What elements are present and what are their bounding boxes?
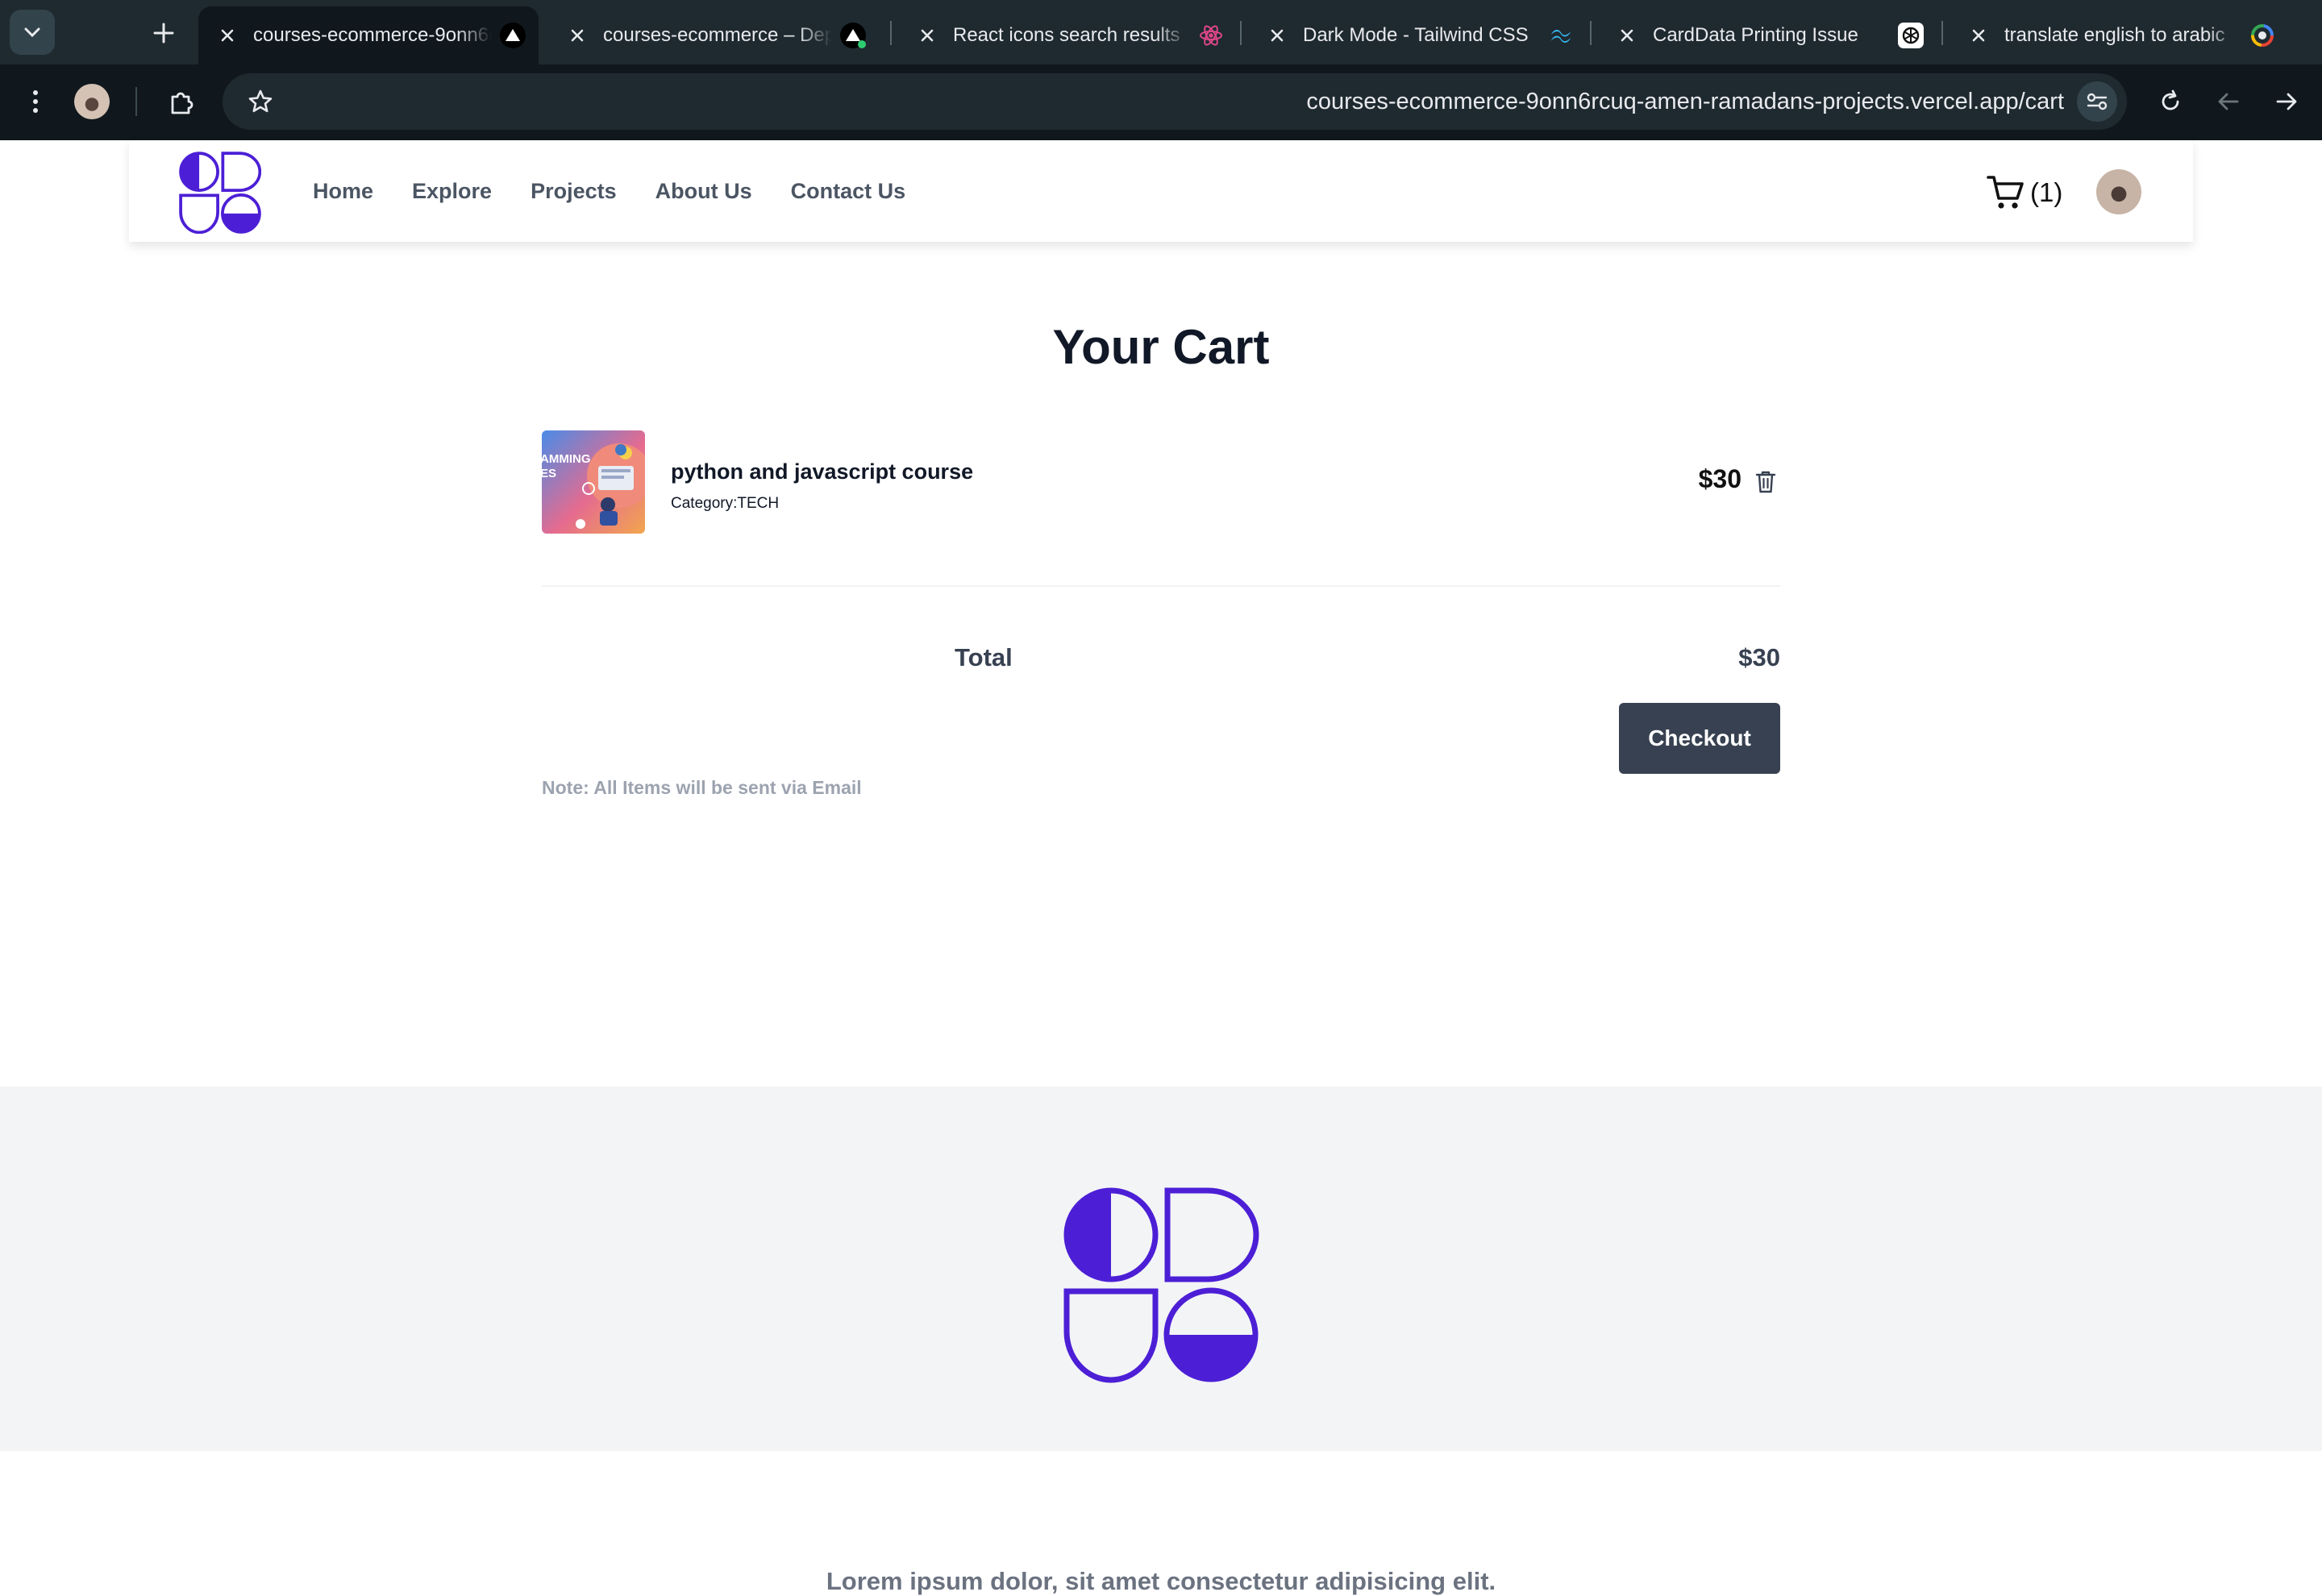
- item-category: Category:TECH: [671, 495, 779, 513]
- cart-count: (1): [2030, 177, 2063, 207]
- cart-divider: [542, 585, 1780, 587]
- menu-dots-icon[interactable]: [19, 82, 52, 121]
- tab-separator: [1240, 21, 1242, 45]
- email-note: Note: All Items will be sent via Email: [542, 777, 862, 798]
- nav-link-about-us[interactable]: About Us: [655, 179, 752, 204]
- checkout-button[interactable]: Checkout: [1619, 703, 1780, 774]
- new-tab-button[interactable]: [144, 13, 184, 53]
- vercel-triangle-icon: [500, 23, 526, 48]
- toolbar-separator: [135, 87, 137, 116]
- tab-title: Dark Mode - Tailwind CSS: [1303, 24, 1529, 46]
- tab-title: translate english to arabic: [2004, 24, 2225, 46]
- nav-links: Home Explore Projects About Us Contact U…: [313, 140, 944, 242]
- tab-separator: [1590, 21, 1592, 45]
- vercel-triangle-icon: [840, 23, 866, 48]
- browser-tab[interactable]: React icons search results: [898, 6, 1237, 64]
- url-text: courses-ecommerce-9onn6rcuq-amen-ramadan…: [1306, 89, 2064, 114]
- google-icon: [2249, 23, 2275, 48]
- close-icon[interactable]: [1266, 24, 1288, 47]
- forward-arrow-icon[interactable]: [2269, 84, 2304, 119]
- site-settings-icon[interactable]: [2077, 81, 2117, 122]
- close-icon[interactable]: [1967, 24, 1990, 47]
- tab-title: courses-ecommerce-9onn6rcuq-amen-ramadan…: [253, 24, 492, 46]
- site-logo[interactable]: [179, 152, 262, 235]
- nav-link-home[interactable]: Home: [313, 179, 373, 204]
- tab-title: CardData Printing Issue: [1653, 24, 1858, 46]
- cart-button[interactable]: (1): [1987, 172, 2062, 213]
- chevron-down-icon: [24, 27, 40, 38]
- close-icon[interactable]: [566, 24, 589, 47]
- tab-search-button[interactable]: [10, 10, 55, 55]
- item-name: python and javascript course: [671, 459, 974, 484]
- svg-text:AMMING: AMMING: [542, 452, 591, 466]
- tab-separator: [890, 21, 892, 45]
- browser-tab[interactable]: Dark Mode - Tailwind CSS: [1248, 6, 1587, 64]
- item-category-value: TECH: [737, 495, 780, 512]
- item-price: $30: [1698, 464, 1742, 493]
- trash-icon[interactable]: [1753, 468, 1779, 497]
- nav-link-explore[interactable]: Explore: [412, 179, 492, 204]
- close-icon[interactable]: [1616, 24, 1638, 47]
- total-label: Total: [955, 643, 1013, 671]
- tab-title: React icons search results: [953, 24, 1180, 46]
- item-category-label: Category:: [671, 495, 738, 512]
- tailwind-icon: [1548, 23, 1574, 48]
- tab-title: courses-ecommerce – Deployment: [603, 24, 832, 46]
- total-value: $30: [1738, 643, 1780, 671]
- site-footer: Lorem ipsum dolor, sit amet consectetur …: [0, 1087, 2322, 1595]
- browser-tab[interactable]: CardData Printing Issue: [1598, 6, 1937, 64]
- browser-tab[interactable]: translate english to arabic: [1950, 6, 2288, 64]
- close-icon[interactable]: [216, 24, 239, 47]
- plus-icon: [153, 23, 174, 44]
- page-content: Home Explore Projects About Us Contact U…: [0, 140, 2322, 1595]
- chatgpt-icon: [1898, 23, 1924, 48]
- nav-link-projects[interactable]: Projects: [531, 179, 617, 204]
- course-thumbnail: AMMING ES: [542, 430, 645, 534]
- back-arrow-icon[interactable]: [2211, 84, 2246, 119]
- cart-item: AMMING ES python and javascript course C…: [542, 430, 1780, 534]
- site-navbar: Home Explore Projects About Us Contact U…: [129, 140, 2193, 242]
- nav-link-contact-us[interactable]: Contact Us: [791, 179, 906, 204]
- page-title: Your Cart: [1052, 320, 1270, 374]
- close-icon[interactable]: [916, 24, 938, 47]
- bookmark-star-icon[interactable]: [243, 85, 277, 118]
- reload-icon[interactable]: [2153, 84, 2188, 119]
- shopping-cart-icon: [1987, 176, 2024, 209]
- address-bar[interactable]: courses-ecommerce-9onn6rcuq-amen-ramadan…: [223, 73, 2127, 130]
- browser-tab[interactable]: courses-ecommerce-9onn6rcuq-amen-ramadan…: [198, 6, 539, 64]
- svg-text:ES: ES: [542, 467, 556, 480]
- browser-tab[interactable]: courses-ecommerce – Deployment: [548, 6, 879, 64]
- profile-avatar[interactable]: [74, 84, 110, 119]
- footer-logo: [1063, 1187, 1259, 1383]
- user-avatar[interactable]: [2096, 169, 2141, 214]
- footer-text: Lorem ipsum dolor, sit amet consectetur …: [826, 1567, 1496, 1595]
- tab-separator: [1941, 21, 1943, 45]
- browser-tab-strip: courses-ecommerce-9onn6rcuq-amen-ramadan…: [0, 0, 2322, 64]
- extensions-puzzle-icon[interactable]: [163, 84, 200, 121]
- react-atom-icon: [1198, 23, 1224, 48]
